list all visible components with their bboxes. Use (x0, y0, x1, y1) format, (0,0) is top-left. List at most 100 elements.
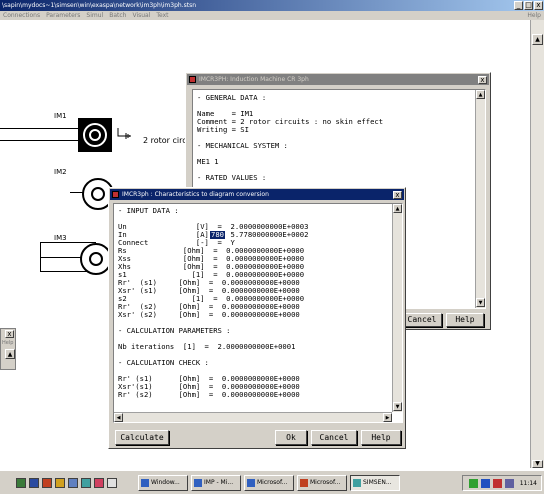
scroll-up-button[interactable]: ▲ (393, 204, 402, 213)
menu-bar: Connections Parameters Simul Batch Visua… (0, 11, 544, 20)
tray-volume-icon[interactable] (505, 479, 514, 488)
quicklaunch-excel-icon[interactable] (16, 478, 26, 488)
left-panel-close-button[interactable]: x (5, 330, 14, 338)
conversion-text-area[interactable]: - INPUT DATA : Un [V] = 2.0000000000E+00… (113, 203, 403, 423)
dialog-conversion-close-button[interactable]: x (393, 191, 402, 199)
connection-line (40, 257, 84, 258)
simsen-icon (353, 479, 361, 487)
im2-label-box: IM2 (54, 168, 74, 178)
main-title-bar[interactable]: \sapin\mydocs~1\simsen\win\exaspa\networ… (0, 0, 544, 11)
dialog-conversion-title-text: IMCR3ph : Characteristics to diagram con… (122, 191, 269, 198)
main-window-title: \sapin\mydocs~1\simsen\win\exaspa\networ… (2, 2, 197, 9)
im-help-button[interactable]: Help (446, 313, 484, 327)
task-simsen[interactable]: SIMSEN... (350, 475, 400, 491)
task-microsoft-1[interactable]: Microsof... (244, 475, 294, 491)
quicklaunch-network-icon[interactable] (81, 478, 91, 488)
maximize-button[interactable]: □ (524, 1, 533, 10)
dialog-induction-machine-title-text: IMCR3PH: Induction Machine CR 3ph (199, 76, 309, 83)
quicklaunch-powerpoint-icon[interactable] (42, 478, 52, 488)
ok-button[interactable]: Ok (275, 430, 307, 445)
connection-line (40, 242, 41, 272)
im1-label: IM1 (54, 112, 67, 120)
app-icon (112, 191, 119, 198)
scroll-down-button[interactable]: ▼ (393, 402, 402, 411)
im3-label: IM3 (54, 234, 67, 242)
im-text-scrollbar[interactable]: ▲ ▼ (475, 90, 485, 308)
menu-help[interactable]: Help (527, 11, 541, 20)
text-line: - MECHANICAL SYSTEM : (197, 141, 288, 150)
main-vertical-scrollbar[interactable]: ▲ ▼ (530, 20, 544, 468)
scroll-right-button[interactable]: ▶ (383, 413, 392, 422)
menu-parameters[interactable]: Parameters (46, 11, 80, 20)
taskbar-clock: 11:14 (519, 480, 537, 487)
im1-symbol[interactable] (78, 118, 112, 152)
dialog-induction-machine-title[interactable]: IMCR3PH: Induction Machine CR 3ph x (187, 74, 489, 85)
im3-rotor (89, 252, 103, 266)
scroll-up-button[interactable]: ▲ (476, 90, 485, 99)
quicklaunch-desktop-icon[interactable] (107, 478, 117, 488)
dialog-induction-machine-close-button[interactable]: x (478, 76, 487, 84)
text-line: - INPUT DATA : (118, 206, 179, 215)
quicklaunch-word-icon[interactable] (29, 478, 39, 488)
window-controls: _ □ x (514, 1, 543, 10)
connection-line (0, 128, 78, 129)
quicklaunch-browser-icon[interactable] (94, 478, 104, 488)
menu-connections[interactable]: Connections (3, 11, 40, 20)
task-imp-label: IMP - Mi... (204, 479, 234, 486)
im-cancel-button[interactable]: Cancel (402, 313, 442, 327)
left-panel-help[interactable]: Help (2, 340, 13, 346)
minimize-button[interactable]: _ (514, 1, 523, 10)
text-line: - CALCULATION CHECK : (118, 358, 209, 367)
tray-network-icon[interactable] (469, 479, 478, 488)
tray-sync-icon[interactable] (481, 479, 490, 488)
text-line: ME1 1 (197, 157, 219, 166)
task-simsen-label: SIMSEN... (363, 479, 392, 486)
scroll-left-button[interactable]: ◀ (114, 413, 123, 422)
word-icon (247, 479, 255, 487)
im2-rotor (91, 187, 105, 201)
calculate-button[interactable]: Calculate (115, 430, 169, 445)
left-panel-scroll-up[interactable]: ▲ (5, 349, 15, 359)
im1-label-box: IM1 (54, 112, 74, 122)
text-line: Nb iterations [1] = 2.0000000000E+0001 (118, 342, 296, 351)
imp-icon (194, 479, 202, 487)
task-window[interactable]: Window... (138, 475, 188, 491)
conv-cancel-button[interactable]: Cancel (311, 430, 357, 445)
conv-text-vertical-scrollbar[interactable]: ▲ ▼ (392, 204, 402, 412)
im2-label: IM2 (54, 168, 67, 176)
window-icon (141, 479, 149, 487)
quicklaunch-folder-icon[interactable] (55, 478, 65, 488)
menu-simul[interactable]: Simul (86, 11, 103, 20)
scroll-up-button[interactable]: ▲ (532, 34, 543, 45)
app-icon (189, 76, 196, 83)
task-imp[interactable]: IMP - Mi... (191, 475, 241, 491)
close-button[interactable]: x (534, 1, 543, 10)
powerpoint-icon (300, 479, 308, 487)
tray-security-icon[interactable] (493, 479, 502, 488)
im1-rotor (89, 129, 101, 141)
quicklaunch-outlook-icon[interactable] (68, 478, 78, 488)
text-line: - RATED VALUES : (197, 173, 267, 182)
text-line: - GENERAL DATA : (197, 93, 267, 102)
text-line: - CALCULATION PARAMETERS : (118, 326, 231, 335)
dialog-conversion-title[interactable]: IMCR3ph : Characteristics to diagram con… (110, 189, 404, 200)
menu-text[interactable]: Text (156, 11, 168, 20)
connection-line (40, 242, 96, 243)
conv-help-button[interactable]: Help (361, 430, 401, 445)
menu-batch[interactable]: Batch (109, 11, 126, 20)
system-tray: 11:14 (462, 475, 542, 491)
task-window-label: Window... (151, 479, 180, 486)
menu-visual[interactable]: Visual (132, 11, 150, 20)
conv-text-horizontal-scrollbar[interactable]: ◀ ▶ (114, 412, 392, 422)
task-microsoft-2[interactable]: Microsof... (297, 475, 347, 491)
scroll-down-button[interactable]: ▼ (532, 460, 543, 468)
taskbar: Window... IMP - Mi... Microsof... Micros… (0, 470, 544, 494)
task-microsoft-2-label: Microsof... (310, 479, 341, 486)
text-line: Writing = SI (197, 125, 249, 134)
left-panel: x Help ▲ (0, 328, 16, 370)
connection-line (0, 140, 78, 141)
ground-icon (116, 126, 134, 144)
text-line: Rr' (s2) [Ohm] = 0.0000000000E+0000 (118, 390, 300, 399)
task-microsoft-1-label: Microsof... (257, 479, 288, 486)
scroll-down-button[interactable]: ▼ (476, 298, 485, 307)
